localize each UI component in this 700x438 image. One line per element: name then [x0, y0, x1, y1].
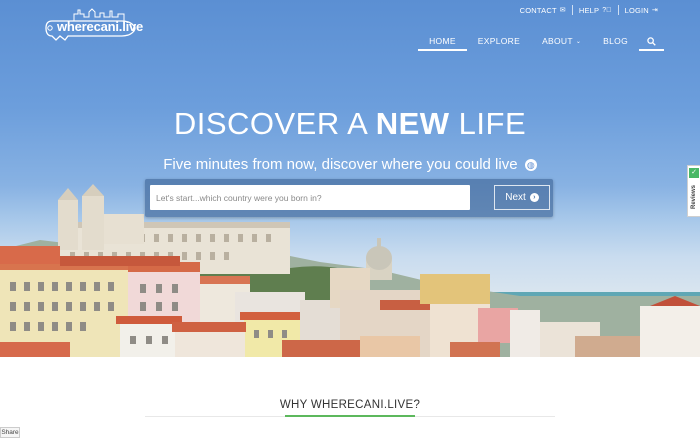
next-button[interactable]: Next › — [494, 185, 550, 210]
chevron-down-icon: ⌄ — [575, 38, 582, 45]
headline-post: LIFE — [449, 106, 527, 141]
nav-about-label: ABOUT — [542, 36, 573, 46]
hero-section: wherecani.live CONTACT ✉ HELP ?⃝ LOGIN ⇥… — [0, 0, 700, 357]
login-link[interactable]: LOGIN ⇥ — [619, 6, 664, 15]
search-icon — [647, 36, 656, 46]
share-button[interactable]: Share — [0, 427, 20, 438]
help-label: HELP — [578, 5, 600, 15]
search-button[interactable] — [639, 32, 664, 51]
nav-explore-label: EXPLORE — [477, 36, 521, 46]
headline-pre: DISCOVER A — [173, 106, 376, 141]
nav-home[interactable]: HOME — [418, 32, 467, 51]
nav-explore[interactable]: EXPLORE — [467, 32, 531, 50]
headline-bold: NEW — [375, 106, 450, 141]
sign-in-icon: ⇥ — [651, 6, 658, 14]
question-circle-icon: ?⃝ — [602, 6, 612, 14]
section-title-underline — [285, 415, 415, 417]
contact-link[interactable]: CONTACT ✉ — [514, 6, 572, 15]
subhead-text: Five minutes from now, discover where yo… — [163, 156, 518, 173]
nav-about[interactable]: ABOUT ⌄ — [531, 32, 592, 50]
next-label: Next — [505, 192, 526, 203]
nav-home-label: HOME — [429, 36, 456, 46]
reviews-label: Reviews — [691, 185, 697, 210]
main-nav: HOME EXPLORE ABOUT ⌄ BLOG — [418, 32, 664, 51]
envelope-icon: ✉ — [559, 6, 566, 14]
nav-blog-label: BLOG — [603, 36, 628, 46]
country-search-panel: Next › — [145, 179, 553, 217]
hero-subhead: Five minutes from now, discover where yo… — [0, 156, 700, 173]
help-link[interactable]: HELP ?⃝ — [573, 6, 618, 15]
birth-country-input[interactable] — [150, 185, 470, 210]
globe-icon: ◍ — [524, 159, 537, 171]
arrow-circle-right-icon: › — [529, 193, 539, 202]
contact-label: CONTACT — [519, 5, 557, 15]
reviews-tab[interactable]: ✓ Reviews — [687, 165, 700, 217]
site-logo[interactable]: wherecani.live — [44, 6, 144, 42]
utility-bar: CONTACT ✉ HELP ?⃝ LOGIN ⇥ — [514, 5, 664, 15]
nav-blog[interactable]: BLOG — [592, 32, 639, 50]
section-title: WHY WHERECANI.LIVE? — [279, 399, 421, 411]
hero-headline: DISCOVER A NEW LIFE — [0, 106, 700, 142]
logo-text: wherecani.live — [57, 19, 144, 34]
login-label: LOGIN — [624, 5, 649, 15]
